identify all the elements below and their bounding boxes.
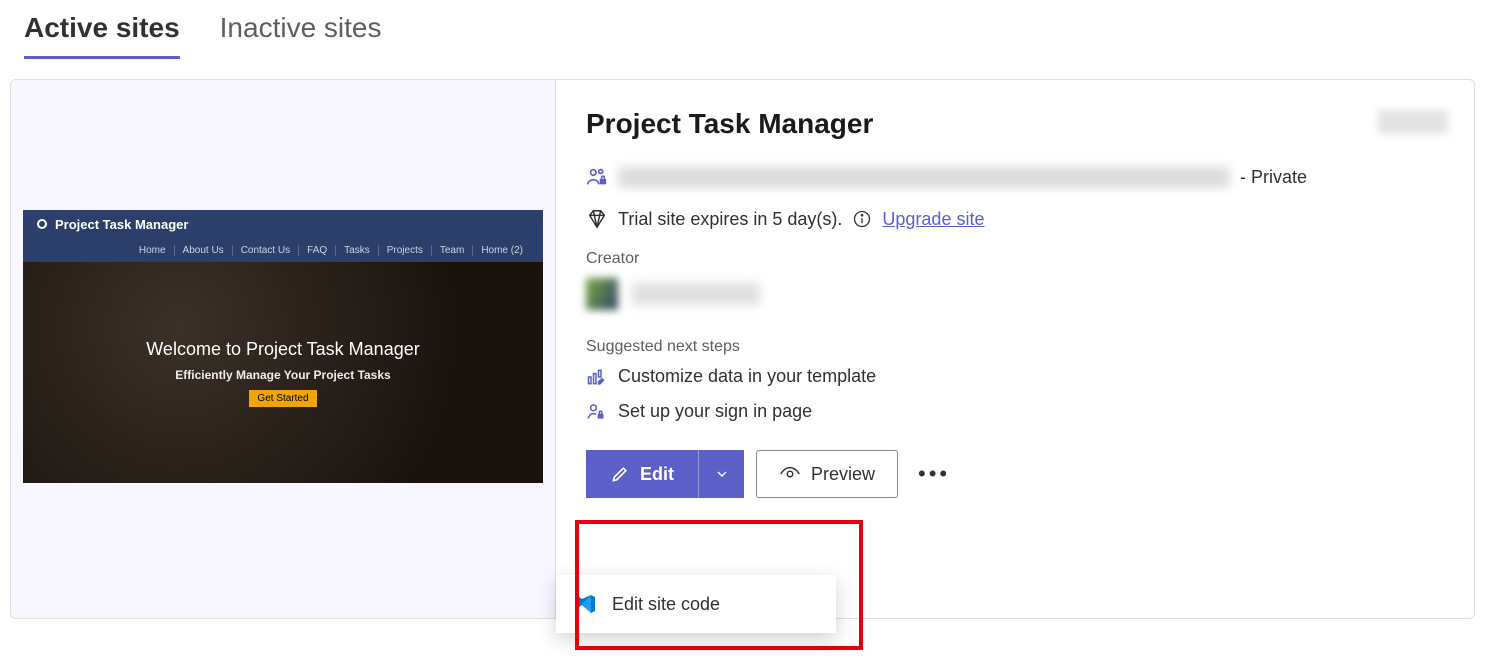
thumbnail-pane: Project Task Manager Home About Us Conta… — [11, 80, 556, 618]
step-customize-label: Customize data in your template — [618, 366, 876, 387]
tab-inactive-sites[interactable]: Inactive sites — [220, 12, 382, 59]
thumb-nav-item: Contact Us — [241, 245, 299, 256]
trial-text: Trial site expires in 5 day(s). — [618, 209, 842, 230]
thumb-header: Project Task Manager — [23, 210, 543, 238]
suggested-label: Suggested next steps — [586, 338, 1444, 356]
thumb-nav-item: Home — [139, 245, 175, 256]
thumb-logo-icon — [37, 219, 47, 229]
preview-label: Preview — [811, 464, 875, 485]
redacted-badge — [1378, 110, 1448, 134]
tab-active-sites[interactable]: Active sites — [24, 12, 180, 59]
vscode-icon — [574, 592, 598, 616]
chevron-down-icon — [714, 466, 730, 482]
site-thumbnail[interactable]: Project Task Manager Home About Us Conta… — [23, 210, 543, 483]
edit-dropdown-toggle[interactable] — [698, 450, 744, 498]
eye-icon — [779, 463, 801, 485]
thumb-nav-item: About Us — [183, 245, 233, 256]
thumb-nav-item: Team — [440, 245, 473, 256]
site-tabs: Active sites Inactive sites — [0, 0, 1485, 59]
thumb-cta-button: Get Started — [249, 390, 316, 407]
action-bar: Edit Preview ••• — [586, 450, 1444, 498]
people-lock-icon — [586, 166, 608, 188]
thumb-hero: Welcome to Project Task Manager Efficien… — [23, 262, 543, 483]
chart-edit-icon — [586, 367, 606, 387]
thumb-hero-sub: Efficiently Manage Your Project Tasks — [175, 368, 390, 382]
diamond-icon — [586, 208, 608, 230]
site-card: Project Task Manager Home About Us Conta… — [10, 79, 1475, 619]
more-actions-button[interactable]: ••• — [910, 461, 958, 487]
step-customize-data[interactable]: Customize data in your template — [586, 366, 1444, 387]
edit-site-code-item[interactable]: Edit site code — [612, 594, 720, 615]
edit-split-button: Edit — [586, 450, 744, 498]
thumb-nav-item: FAQ — [307, 245, 336, 256]
trial-row: Trial site expires in 5 day(s). Upgrade … — [586, 208, 1444, 230]
edit-dropdown-menu: Edit site code — [556, 575, 836, 633]
upgrade-site-link[interactable]: Upgrade site — [882, 209, 984, 230]
creator-avatar — [586, 278, 618, 310]
step-signin-label: Set up your sign in page — [618, 401, 812, 422]
creator-row: x — [586, 278, 1444, 310]
thumb-title: Project Task Manager — [55, 217, 188, 232]
thumb-nav: Home About Us Contact Us FAQ Tasks Proje… — [23, 238, 543, 262]
edit-label: Edit — [640, 464, 674, 485]
site-title: Project Task Manager — [586, 108, 1444, 140]
preview-button[interactable]: Preview — [756, 450, 898, 498]
person-lock-icon — [586, 402, 606, 422]
step-signin-page[interactable]: Set up your sign in page — [586, 401, 1444, 422]
creator-name-redacted: x — [632, 283, 760, 305]
creator-label: Creator — [586, 250, 1444, 268]
edit-button[interactable]: Edit — [586, 450, 698, 498]
details-pane: Project Task Manager xxxxxxxxxxxxxxxxxxx… — [556, 80, 1474, 618]
pencil-icon — [610, 464, 630, 484]
thumb-hero-title: Welcome to Project Task Manager — [146, 339, 419, 360]
thumb-nav-item: Projects — [387, 245, 432, 256]
thumb-nav-item: Home (2) — [481, 245, 531, 256]
info-icon[interactable] — [852, 209, 872, 229]
visibility-label: - Private — [1240, 167, 1307, 188]
thumb-nav-item: Tasks — [344, 245, 379, 256]
redacted-url: xxxxxxxxxxxxxxxxxxxxxxxxxxxxxxxxxxxxxxxx… — [618, 167, 1230, 188]
visibility-row: xxxxxxxxxxxxxxxxxxxxxxxxxxxxxxxxxxxxxxxx… — [586, 166, 1444, 188]
